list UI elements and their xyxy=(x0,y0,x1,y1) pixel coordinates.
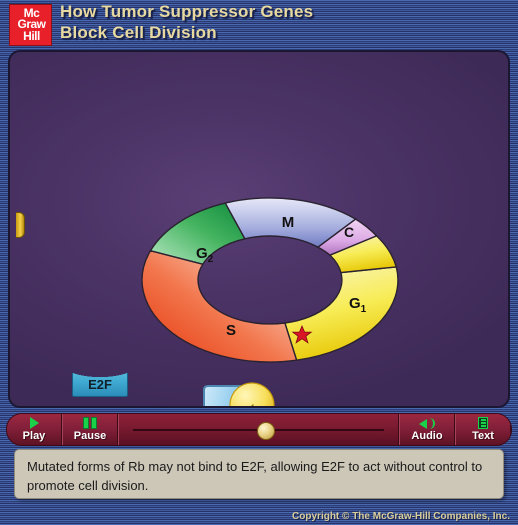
audio-button[interactable]: Audio xyxy=(399,414,455,445)
play-button-label: Play xyxy=(22,429,46,442)
page-title-line-1: How Tumor Suppressor Genes xyxy=(60,2,314,21)
label-c: C xyxy=(344,224,354,240)
e2f-protein-label: E2F xyxy=(88,377,112,392)
pause-icon xyxy=(83,417,97,429)
cell-cycle-diagram: G2 M C G1 S xyxy=(141,197,399,363)
segment-s xyxy=(141,249,298,363)
mcgraw-hill-logo: Mc Graw Hill xyxy=(9,4,52,46)
cell-division-caption: Cell division and mitosis xyxy=(48,404,152,406)
label-s: S xyxy=(226,322,236,339)
segment-g1 xyxy=(283,266,399,361)
label-m: M xyxy=(282,214,295,231)
title-bar: Mc Graw Hill How Tumor Suppressor Genes … xyxy=(0,0,518,48)
pause-button[interactable]: Pause xyxy=(62,414,118,445)
copyright-notice: Copyright © The McGraw-Hill Companies, I… xyxy=(292,511,510,522)
logo-line-3: Hill xyxy=(23,28,40,43)
animation-stage: G2 M C G1 S E2F Cell division and mitosi… xyxy=(8,50,510,408)
e2f-protein: E2F xyxy=(72,365,128,397)
document-icon xyxy=(478,417,488,429)
rb-protein xyxy=(203,382,275,406)
pause-button-label: Pause xyxy=(73,429,107,442)
progress-slider[interactable] xyxy=(118,414,399,445)
playback-control-bar: Play Pause Audio Text xyxy=(6,413,512,446)
play-button[interactable]: Play xyxy=(7,414,62,445)
play-icon xyxy=(29,417,39,429)
text-button-label: Text xyxy=(472,429,494,442)
stage-side-tab[interactable] xyxy=(16,212,25,238)
page-title-line-2: Block Cell Division xyxy=(60,23,217,42)
progress-slider-knob[interactable] xyxy=(256,422,275,440)
text-button[interactable]: Text xyxy=(455,414,511,445)
caption-panel: Mutated forms of Rb may not bind to E2F,… xyxy=(14,449,504,499)
cell-division-line-1: Cell division xyxy=(48,404,152,406)
speaker-icon xyxy=(419,417,435,429)
application-window: Mc Graw Hill How Tumor Suppressor Genes … xyxy=(0,0,518,525)
audio-button-label: Audio xyxy=(411,429,443,442)
